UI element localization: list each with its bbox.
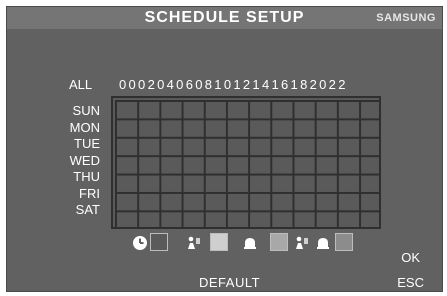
motion-person-icon: [188, 236, 200, 249]
day-thu[interactable]: THU: [57, 169, 100, 186]
day-sun[interactable]: SUN: [57, 103, 100, 120]
schedule-panel: SCHEDULE SETUP SAMSUNG ALL 0002040608101…: [6, 6, 443, 292]
all-selector[interactable]: ALL: [69, 77, 92, 92]
esc-button[interactable]: ESC: [397, 275, 424, 290]
day-sat[interactable]: SAT: [57, 202, 100, 219]
legend-swatch-mid: [270, 233, 288, 251]
day-labels: SUN MON TUE WED THU FRI SAT: [57, 103, 100, 219]
motion-person-icon: [296, 236, 308, 249]
legend: [132, 233, 362, 253]
default-button[interactable]: DEFAULT: [199, 275, 260, 290]
schedule-setup-screen: SCHEDULE SETUP SAMSUNG ALL 0002040608101…: [0, 0, 447, 296]
alarm-bell-icon: [244, 238, 256, 249]
ok-button[interactable]: OK: [401, 250, 420, 265]
legend-swatch-dark: [335, 233, 353, 251]
legend-swatch-light: [210, 233, 228, 251]
day-tue[interactable]: TUE: [57, 136, 100, 153]
brand-logo: SAMSUNG: [376, 12, 436, 24]
schedule-grid-cells[interactable]: [115, 100, 381, 229]
day-wed[interactable]: WED: [57, 153, 100, 170]
clock-icon: [133, 236, 147, 250]
hour-labels: 000204060810121416182022: [119, 77, 348, 92]
day-mon[interactable]: MON: [57, 120, 100, 137]
alarm-bell-icon: [317, 238, 329, 249]
title-bar: SCHEDULE SETUP SAMSUNG: [7, 7, 442, 29]
schedule-grid[interactable]: [111, 96, 381, 229]
legend-swatch-none: [150, 233, 168, 251]
day-fri[interactable]: FRI: [57, 186, 100, 203]
